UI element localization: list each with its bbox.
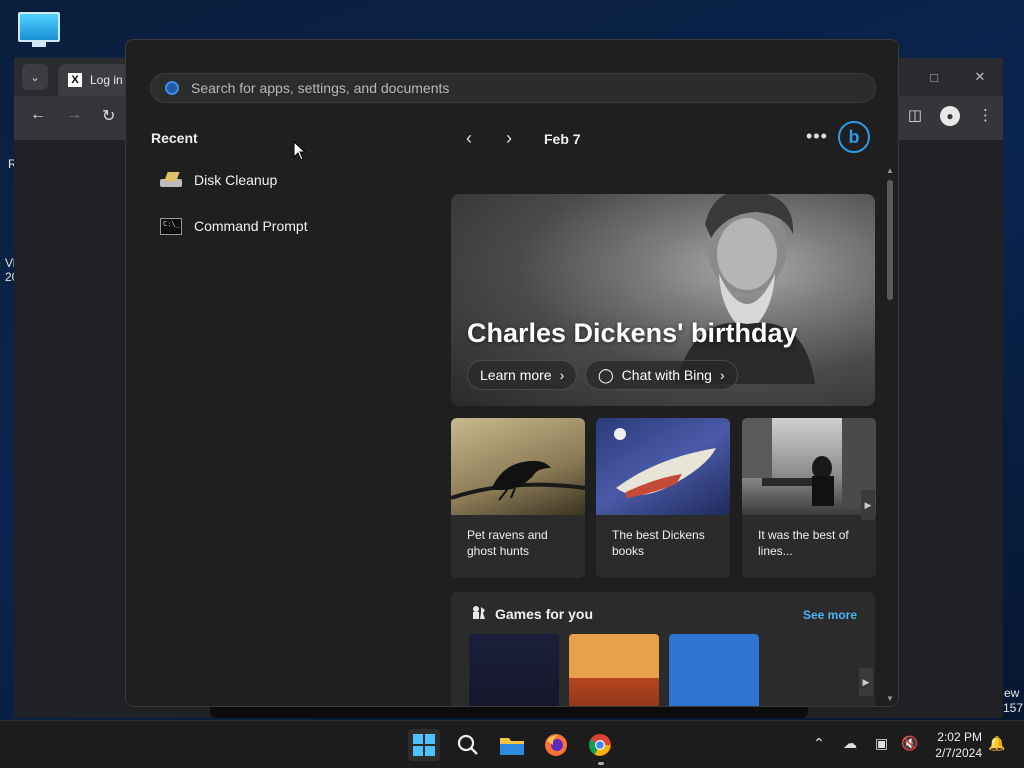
folder-icon bbox=[500, 738, 524, 755]
dickens-study-image bbox=[742, 418, 876, 515]
cards-next-arrow-icon[interactable]: ▶ bbox=[861, 490, 875, 520]
story-card-text: Pet ravens and ghost hunts bbox=[467, 528, 548, 558]
toolbar-actions: ◫ ● ⋮ bbox=[908, 106, 993, 126]
search-icon bbox=[457, 734, 478, 755]
recent-item-label: Disk Cleanup bbox=[194, 172, 278, 188]
chevron-right-icon[interactable]: › bbox=[502, 128, 516, 149]
taskbar: ⌃ ☁ ▣ 🔇 2:02 PM 2/7/2024 🔔 bbox=[0, 720, 1024, 768]
chat-with-bing-label: Chat with Bing bbox=[621, 367, 712, 383]
reload-icon[interactable]: ↻ bbox=[102, 106, 115, 126]
story-card-text: It was the best of lines... bbox=[758, 528, 849, 558]
taskbar-search-button[interactable] bbox=[452, 729, 484, 761]
raven-image bbox=[451, 418, 585, 515]
chrome-icon bbox=[589, 734, 611, 756]
running-indicator bbox=[598, 762, 604, 765]
tab-search-chevron-icon[interactable]: ⌄ bbox=[22, 64, 48, 90]
desktop-edge-text: 157 bbox=[1003, 701, 1024, 715]
recent-item-label: Command Prompt bbox=[194, 218, 308, 234]
recent-item-command-prompt[interactable]: C:\_ Command Prompt bbox=[156, 208, 416, 244]
hero-card[interactable]: Charles Dickens' birthday Learn more › ◯… bbox=[451, 194, 875, 406]
side-panel-icon[interactable]: ◫ bbox=[908, 106, 922, 126]
chat-bubble-icon: ◯ bbox=[598, 366, 614, 383]
search-icon bbox=[165, 81, 179, 95]
story-card[interactable]: The best Dickens books bbox=[596, 418, 730, 578]
chevron-right-icon: › bbox=[719, 367, 725, 383]
start-search-input[interactable] bbox=[191, 80, 841, 96]
this-pc-desktop-icon[interactable] bbox=[18, 12, 60, 50]
games-title: Games for you bbox=[495, 606, 594, 622]
chat-with-bing-button[interactable]: ◯ Chat with Bing › bbox=[585, 360, 738, 390]
game-tile[interactable] bbox=[669, 634, 759, 706]
story-card[interactable]: It was the best of lines... bbox=[742, 418, 876, 578]
story-card-text: The best Dickens books bbox=[612, 528, 705, 558]
window-shadow bbox=[210, 706, 808, 718]
bing-chat-icon[interactable]: b bbox=[838, 121, 870, 153]
command-prompt-icon: C:\_ bbox=[160, 217, 182, 235]
onedrive-offline-icon[interactable]: ☁ bbox=[843, 735, 857, 752]
firefox-button[interactable] bbox=[540, 729, 572, 761]
forward-icon[interactable]: → bbox=[66, 106, 82, 124]
back-icon[interactable]: ← bbox=[30, 106, 46, 124]
start-search-box[interactable] bbox=[150, 73, 876, 103]
games-next-arrow-icon[interactable]: ▶ bbox=[859, 668, 873, 696]
see-more-link[interactable]: See more bbox=[803, 608, 857, 622]
story-card[interactable]: Pet ravens and ghost hunts bbox=[451, 418, 585, 578]
close-icon[interactable]: ✕ bbox=[957, 58, 1003, 96]
recent-heading: Recent bbox=[151, 130, 198, 146]
menu-kebab-icon[interactable]: ⋮ bbox=[978, 106, 993, 126]
clock-time: 2:02 PM bbox=[937, 730, 982, 744]
scroll-up-icon[interactable]: ▲ bbox=[886, 166, 894, 175]
date-navigation: ‹ › Feb 7 bbox=[462, 128, 581, 149]
scroll-thumb[interactable] bbox=[887, 180, 893, 300]
chevron-right-icon: › bbox=[559, 367, 565, 383]
profile-icon[interactable]: ● bbox=[940, 106, 960, 126]
windows-logo-icon bbox=[413, 734, 435, 756]
start-menu: Recent Disk Cleanup C:\_ Command Prompt … bbox=[125, 39, 899, 707]
scroll-down-icon[interactable]: ▼ bbox=[886, 694, 894, 703]
learn-more-button[interactable]: Learn more › bbox=[467, 360, 578, 390]
x-logo-icon: X bbox=[68, 73, 82, 87]
date-label: Feb 7 bbox=[544, 130, 581, 147]
hero-portrait-image bbox=[675, 194, 815, 384]
notification-bell-icon[interactable]: 🔔 bbox=[988, 735, 1005, 752]
firefox-icon bbox=[545, 734, 567, 756]
game-tile[interactable] bbox=[569, 634, 659, 706]
start-button[interactable] bbox=[408, 729, 440, 761]
widgets-scrollbar[interactable]: ▲ ▼ bbox=[886, 166, 894, 706]
mouse-cursor-icon bbox=[293, 141, 307, 161]
chevron-left-icon[interactable]: ‹ bbox=[462, 128, 476, 149]
hero-title: Charles Dickens' birthday bbox=[467, 318, 798, 348]
dickens-books-image bbox=[596, 418, 730, 515]
taskbar-clock[interactable]: 2:02 PM 2/7/2024 bbox=[926, 729, 982, 761]
browser-tab-title: Log in t bbox=[90, 73, 130, 87]
games-widget: Games for you See more ▶ bbox=[451, 592, 875, 706]
chrome-button[interactable] bbox=[584, 729, 616, 761]
show-hidden-icons-chevron-icon[interactable]: ⌃ bbox=[813, 735, 825, 752]
network-icon[interactable]: ▣ bbox=[875, 735, 888, 752]
learn-more-label: Learn more bbox=[480, 367, 552, 383]
maximize-icon[interactable]: □ bbox=[911, 58, 957, 96]
more-options-icon[interactable]: ••• bbox=[806, 126, 828, 147]
game-tile[interactable] bbox=[469, 634, 559, 706]
disk-cleanup-icon bbox=[160, 171, 182, 189]
clock-date: 2/7/2024 bbox=[935, 746, 982, 760]
recent-item-disk-cleanup[interactable]: Disk Cleanup bbox=[156, 162, 416, 198]
chess-piece-icon bbox=[473, 606, 485, 619]
file-explorer-button[interactable] bbox=[496, 729, 528, 761]
desktop-edge-text: ew bbox=[1004, 686, 1020, 700]
volume-muted-icon[interactable]: 🔇 bbox=[901, 735, 918, 752]
